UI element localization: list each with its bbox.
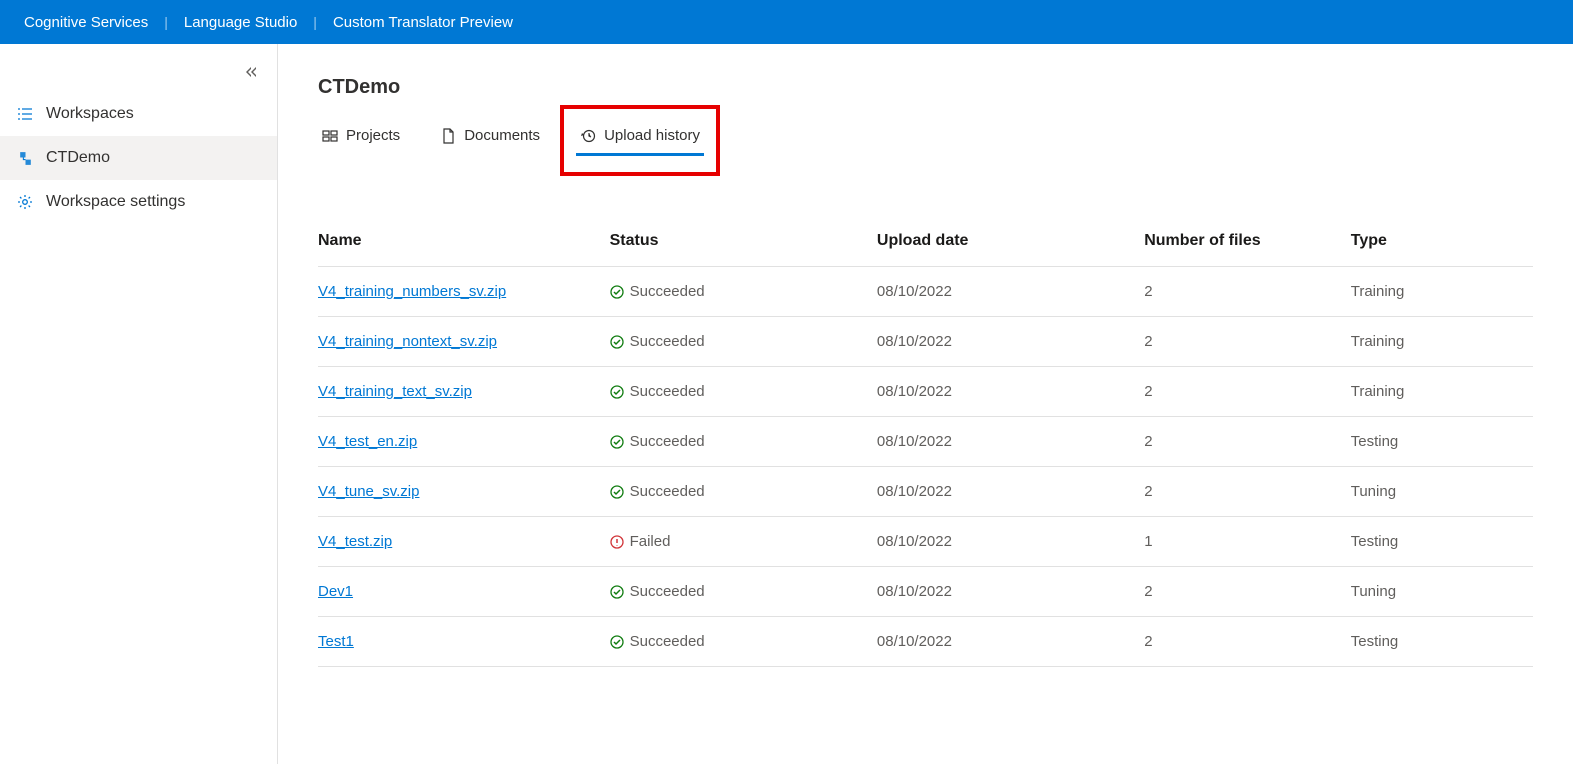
sidebar-item-label: Workspaces (46, 105, 134, 123)
table-row: Dev1 Succeeded 08/10/20222Tuning (318, 567, 1533, 617)
file-count: 2 (1144, 467, 1351, 517)
table-row: V4_test.zip Failed 08/10/20221Testing (318, 517, 1533, 567)
file-type: Training (1351, 267, 1533, 317)
file-link[interactable]: V4_tune_sv.zip (318, 483, 419, 500)
status-text: Succeeded (630, 583, 705, 600)
topbar-link-cognitive-services[interactable]: Cognitive Services (24, 14, 148, 31)
upload-history-table: NameStatusUpload dateNumber of filesType… (318, 216, 1533, 667)
success-icon (610, 285, 624, 299)
column-header-upload-date[interactable]: Upload date (877, 216, 1144, 267)
sidebar-item-ctdemo[interactable]: CTDemo (0, 136, 277, 180)
status-text: Succeeded (630, 483, 705, 500)
success-icon (610, 335, 624, 349)
tabs: Projects Documents Upload history (278, 119, 1573, 156)
success-icon (610, 485, 624, 499)
tab-label: Upload history (604, 127, 700, 144)
file-link[interactable]: V4_training_text_sv.zip (318, 383, 472, 400)
file-type: Training (1351, 317, 1533, 367)
projects-icon (322, 128, 338, 144)
upload-date: 08/10/2022 (877, 317, 1144, 367)
column-header-name[interactable]: Name (318, 216, 610, 267)
upload-date: 08/10/2022 (877, 367, 1144, 417)
status-text: Succeeded (630, 333, 705, 350)
status-text: Succeeded (630, 383, 705, 400)
file-count: 2 (1144, 267, 1351, 317)
file-link[interactable]: V4_training_numbers_sv.zip (318, 283, 506, 300)
upload-date: 08/10/2022 (877, 417, 1144, 467)
documents-icon (440, 128, 456, 144)
sidebar-item-workspaces[interactable]: Workspaces (0, 92, 277, 136)
file-type: Testing (1351, 417, 1533, 467)
column-header-number-of-files[interactable]: Number of files (1144, 216, 1351, 267)
main-content: CTDemo Projects Documents Upload history N… (278, 44, 1573, 764)
file-link[interactable]: Test1 (318, 633, 354, 650)
collapse-sidebar-button[interactable] (245, 66, 257, 81)
file-count: 1 (1144, 517, 1351, 567)
success-icon (610, 635, 624, 649)
file-type: Training (1351, 367, 1533, 417)
upload-date: 08/10/2022 (877, 267, 1144, 317)
topbar-link-language-studio[interactable]: Language Studio (184, 14, 297, 31)
file-link[interactable]: Dev1 (318, 583, 353, 600)
table-row: V4_training_text_sv.zip Succeeded 08/10/20… (318, 367, 1533, 417)
success-icon (610, 435, 624, 449)
page-title: CTDemo (278, 76, 1573, 99)
success-icon (610, 385, 624, 399)
topbar-separator: | (164, 14, 168, 30)
tab-label: Projects (346, 127, 400, 144)
topbar-link-custom-translator[interactable]: Custom Translator Preview (333, 14, 513, 31)
list-icon (16, 105, 34, 123)
upload-date: 08/10/2022 (877, 567, 1144, 617)
status-text: Succeeded (630, 283, 705, 300)
tab-label: Documents (464, 127, 540, 144)
error-icon (610, 535, 624, 549)
status-text: Succeeded (630, 433, 705, 450)
file-count: 2 (1144, 417, 1351, 467)
file-count: 2 (1144, 567, 1351, 617)
success-icon (610, 585, 624, 599)
sidebar-item-label: Workspace settings (46, 193, 185, 211)
topbar-separator: | (313, 14, 317, 30)
sidebar-item-workspace-settings[interactable]: Workspace settings (0, 180, 277, 224)
tab-documents[interactable]: Documents (436, 119, 544, 156)
file-link[interactable]: V4_test.zip (318, 533, 392, 550)
table-row: V4_tune_sv.zip Succeeded 08/10/20222Tuning (318, 467, 1533, 517)
column-header-status[interactable]: Status (610, 216, 877, 267)
table-row: V4_test_en.zip Succeeded 08/10/20222Testin… (318, 417, 1533, 467)
gear-icon (16, 193, 34, 211)
table-row: Test1 Succeeded 08/10/20222Testing (318, 617, 1533, 667)
status-text: Failed (630, 533, 671, 550)
file-count: 2 (1144, 367, 1351, 417)
history-icon (580, 128, 596, 144)
file-count: 2 (1144, 317, 1351, 367)
file-type: Tuning (1351, 567, 1533, 617)
chevron-double-left-icon (245, 66, 257, 78)
upload-date: 08/10/2022 (877, 517, 1144, 567)
column-header-type[interactable]: Type (1351, 216, 1533, 267)
status-text: Succeeded (630, 633, 705, 650)
file-type: Testing (1351, 617, 1533, 667)
file-type: Testing (1351, 517, 1533, 567)
tab-upload-history[interactable]: Upload history (576, 119, 704, 156)
table-row: V4_training_numbers_sv.zip Succeeded 08/10… (318, 267, 1533, 317)
tab-projects[interactable]: Projects (318, 119, 404, 156)
upload-date: 08/10/2022 (877, 467, 1144, 517)
file-count: 2 (1144, 617, 1351, 667)
translate-icon (16, 149, 34, 167)
upload-date: 08/10/2022 (877, 617, 1144, 667)
file-link[interactable]: V4_test_en.zip (318, 433, 417, 450)
table-row: V4_training_nontext_sv.zip Succeeded 08/10… (318, 317, 1533, 367)
file-type: Tuning (1351, 467, 1533, 517)
sidebar: Workspaces CTDemo Workspace settings (0, 44, 278, 764)
topbar: Cognitive Services | Language Studio | C… (0, 0, 1573, 44)
file-link[interactable]: V4_training_nontext_sv.zip (318, 333, 497, 350)
sidebar-item-label: CTDemo (46, 149, 110, 167)
